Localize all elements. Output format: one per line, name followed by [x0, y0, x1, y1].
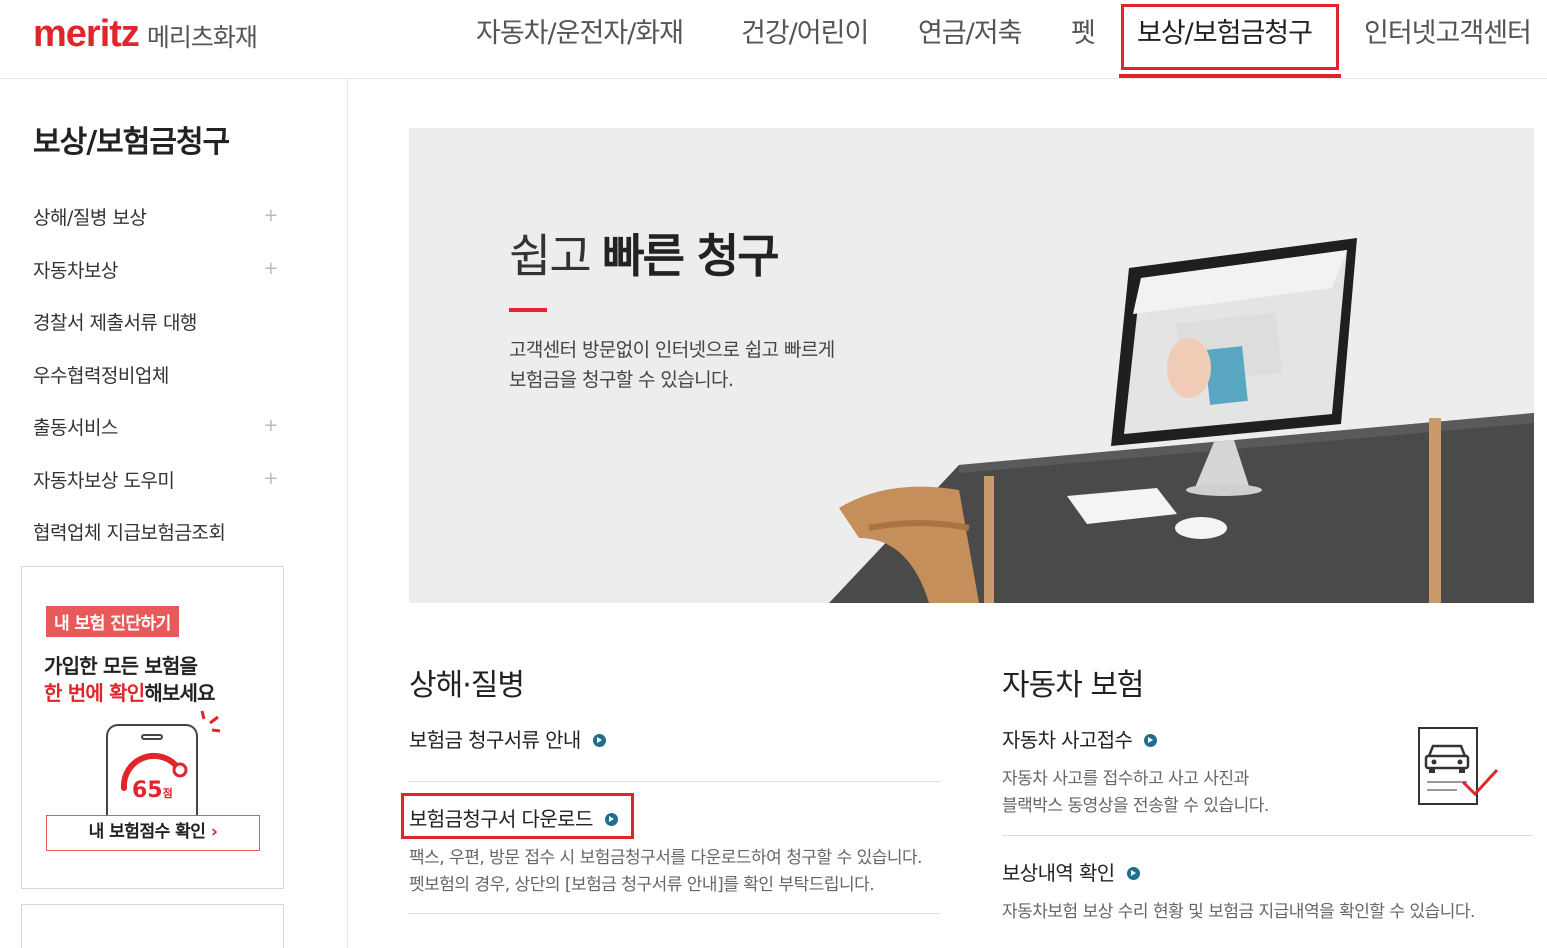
- sidebar-item-label: 경찰서 제출서류 대행: [33, 312, 197, 334]
- plus-icon[interactable]: +: [263, 468, 278, 489]
- link-description: 블랙박스 동영상을 전송할 수 있습니다.: [1002, 796, 1269, 816]
- sidebar: 보상/보험금청구 상해/질병 보상 + 자동차보상 + 경찰서 제출서류 대행 …: [0, 79, 348, 948]
- link-description: 자동차보험 보상 수리 현황 및 보험금 지급내역을 확인할 수 있습니다.: [1002, 902, 1475, 922]
- nav-pension-savings[interactable]: 연금/저축: [918, 14, 1022, 54]
- compensation-history-link[interactable]: 보상내역 확인: [1002, 857, 1140, 886]
- logo[interactable]: meritz 메리츠화재: [33, 12, 258, 56]
- link-description: 펫보험의 경우, 상단의 [보험금 청구서류 안내]를 확인 부탁드립니다.: [409, 875, 875, 895]
- desk-computer-illustration: [829, 238, 1534, 603]
- arrow-circle-icon: [1144, 734, 1158, 747]
- score-number: 65: [132, 778, 163, 803]
- sidebar-item-police-documents[interactable]: 경찰서 제출서류 대행: [33, 308, 278, 335]
- logo-company-name: 메리츠화재: [146, 23, 258, 52]
- nav-active-underline: [1119, 74, 1341, 78]
- chevron-right-icon: ›: [210, 822, 218, 842]
- check-score-label: 내 보험점수 확인: [88, 822, 206, 842]
- insurance-diagnosis-banner[interactable]: 내 보험 진단하기 가입한 모든 보험을 한 번에 확인해보세요 65점 내 보…: [21, 566, 284, 889]
- sidebar-item-car-helper[interactable]: 자동차보상 도우미 +: [33, 466, 278, 493]
- sidebar-item-partner-repair[interactable]: 우수협력정비업체: [33, 361, 278, 388]
- nav-pet[interactable]: 펫: [1071, 14, 1096, 54]
- section-title-car: 자동차 보험: [1002, 668, 1145, 703]
- secondary-banner[interactable]: [21, 904, 284, 948]
- sidebar-item-partner-payment[interactable]: 협력업체 지급보험금조회: [33, 518, 278, 545]
- hero-description: 고객센터 방문없이 인터넷으로 쉽고 빠르게: [509, 339, 835, 361]
- link-description: 자동차 사고를 접수하고 사고 사진과: [1002, 769, 1249, 789]
- nav-health-child[interactable]: 건강/어린이: [741, 14, 869, 54]
- score-unit: 점: [162, 787, 173, 800]
- sidebar-item-injury-disease[interactable]: 상해/질병 보상 +: [33, 203, 278, 230]
- sidebar-item-label: 협력업체 지급보험금조회: [33, 522, 226, 544]
- sidebar-item-label: 상해/질병 보상: [33, 207, 147, 229]
- site-header: meritz 메리츠화재 자동차/운전자/화재 건강/어린이 연금/저축 펫 보…: [0, 0, 1547, 79]
- nav-claims[interactable]: 보상/보험금청구: [1137, 14, 1313, 54]
- promo-text: 가입한 모든 보험을: [44, 654, 198, 678]
- sidebar-title: 보상/보험금청구: [33, 125, 230, 160]
- sidebar-item-label: 자동차보상: [33, 260, 118, 282]
- link-label: 보험금 청구서류 안내: [409, 728, 581, 752]
- score-value: 65점: [132, 778, 173, 803]
- section-title-injury: 상해·질병: [409, 668, 525, 703]
- arrow-circle-icon: [592, 734, 606, 747]
- link-label: 자동차 사고접수: [1002, 728, 1133, 752]
- divider: [1002, 835, 1533, 836]
- sidebar-item-dispatch-service[interactable]: 출동서비스 +: [33, 413, 278, 440]
- hero-banner: 쉽고 빠른 청구 고객센터 방문없이 인터넷으로 쉽고 빠르게 보험금을 청구할…: [409, 128, 1534, 603]
- link-label: 보상내역 확인: [1002, 861, 1115, 885]
- phone-speaker: [141, 734, 163, 740]
- check-score-button[interactable]: 내 보험점수 확인 ›: [46, 815, 260, 851]
- sidebar-item-car-compensation[interactable]: 자동차보상 +: [33, 256, 278, 283]
- sidebar-item-label: 출동서비스: [33, 417, 118, 439]
- plus-icon[interactable]: +: [263, 415, 278, 436]
- claim-documents-guide-link[interactable]: 보험금 청구서류 안내: [409, 724, 606, 753]
- hero-accent-bar: [509, 308, 547, 312]
- hero-title: 쉽고 빠른 청구: [509, 220, 780, 286]
- divider: [409, 913, 940, 914]
- claim-form-download-link[interactable]: 보험금청구서 다운로드: [409, 803, 618, 832]
- arrow-circle-icon: [1126, 867, 1140, 880]
- car-document-check-icon: [1418, 727, 1499, 805]
- promo-text-rest: 해보세요: [144, 681, 215, 705]
- arrow-circle-icon: [604, 813, 618, 826]
- link-label: 보험금청구서 다운로드: [409, 807, 593, 831]
- nav-car-driver-fire[interactable]: 자동차/운전자/화재: [476, 14, 684, 54]
- phone-icon: 65점: [106, 724, 198, 819]
- plus-icon[interactable]: +: [263, 205, 278, 226]
- hero-description: 보험금을 청구할 수 있습니다.: [509, 369, 734, 391]
- sparkle-icon: [200, 710, 221, 733]
- sidebar-item-label: 우수협력정비업체: [33, 365, 169, 387]
- divider: [409, 781, 940, 782]
- sidebar-item-label: 자동차보상 도우미: [33, 470, 175, 492]
- hero-title-bold: 빠른 청구: [602, 229, 779, 283]
- hero-title-light: 쉽고: [509, 229, 603, 283]
- logo-mark: meritz: [33, 13, 140, 55]
- plus-icon[interactable]: +: [263, 258, 278, 279]
- promo-text: 한 번에 확인해보세요: [44, 677, 216, 706]
- promo-highlight: 한 번에 확인: [44, 681, 145, 705]
- link-description: 팩스, 우편, 방문 접수 시 보험금청구서를 다운로드하여 청구할 수 있습니…: [409, 848, 923, 868]
- nav-customer-center[interactable]: 인터넷고객센터: [1364, 14, 1532, 54]
- promo-badge: 내 보험 진단하기: [46, 606, 179, 637]
- car-accident-report-link[interactable]: 자동차 사고접수: [1002, 724, 1158, 753]
